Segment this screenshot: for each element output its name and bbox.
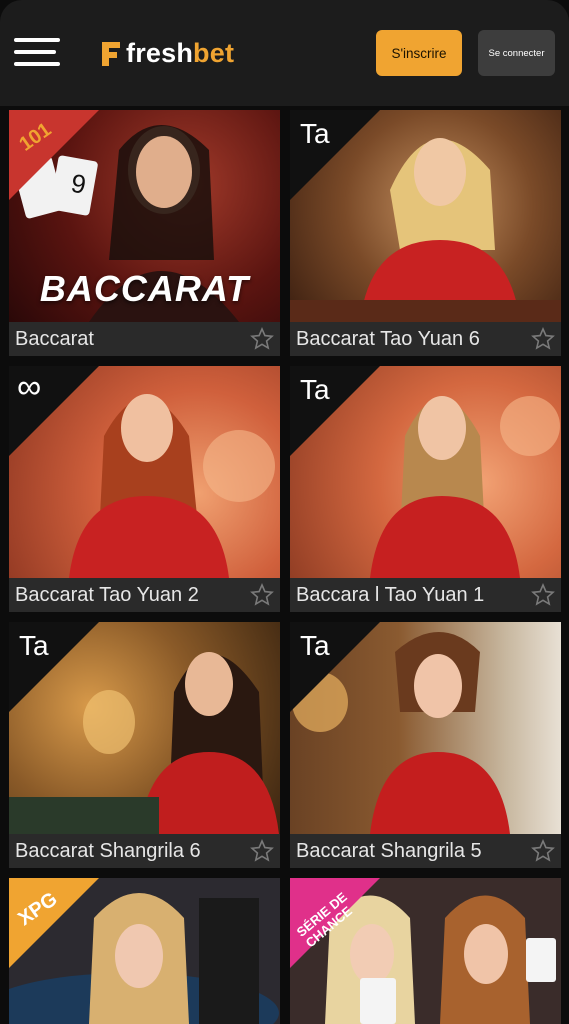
freshbet-logo[interactable]: freshbet [100,36,234,70]
game-thumbnail: 9 101 BACCARAT [9,110,280,322]
game-thumbnail: Ta [290,366,561,578]
game-card[interactable]: SÉRIE DE CHANCE [290,878,561,1024]
favorite-star-icon[interactable] [250,839,274,863]
game-thumbnail: Ta [290,622,561,834]
signup-button[interactable]: S'inscrire [376,30,462,76]
game-title: Baccarat [15,327,94,350]
game-card[interactable]: Ta Baccarat Tao Yuan 6 [290,110,561,356]
favorite-star-icon[interactable] [250,327,274,351]
logo-mark-icon [102,42,120,66]
provider-badge: ∞ [17,368,42,406]
game-thumbnail: SÉRIE DE CHANCE [290,878,561,1024]
provider-badge: Ta [300,374,330,405]
logo-text-fresh: fresh [126,37,194,68]
game-card[interactable]: Ta Baccarat Shangrila 5 [290,622,561,868]
game-title: Baccarat Tao Yuan 6 [296,327,480,350]
provider-badge: Ta [300,118,330,149]
game-title: Baccarat Tao Yuan 2 [15,583,199,606]
provider-badge: Ta [19,630,49,661]
logo-text-bet: bet [193,37,235,68]
favorite-star-icon[interactable] [250,583,274,607]
menu-icon[interactable] [14,38,60,68]
game-thumbnail: ∞ [9,366,280,578]
game-card[interactable]: Ta Baccara l Tao Yuan 1 [290,366,561,612]
game-title: Baccarat Shangrila 5 [296,839,482,862]
favorite-star-icon[interactable] [531,327,555,351]
top-header: freshbet S'inscrire Se connecter [0,0,569,106]
game-card[interactable]: ∞ Baccarat Tao Yuan 2 [9,366,280,612]
thumbnail-title: BACCARAT [39,268,250,309]
game-thumbnail: XPG [9,878,280,1024]
favorite-star-icon[interactable] [531,839,555,863]
game-thumbnail: Ta [9,622,280,834]
game-card[interactable]: XPG [9,878,280,1024]
game-title: Baccarat Shangrila 6 [15,839,201,862]
provider-badge: Ta [300,630,330,661]
game-title: Baccara l Tao Yuan 1 [296,583,485,606]
game-thumbnail: Ta [290,110,561,322]
favorite-star-icon[interactable] [531,583,555,607]
login-button[interactable]: Se connecter [478,30,555,76]
game-card[interactable]: 9 101 BACCARAT Baccarat [9,110,280,356]
game-card[interactable]: Ta Baccarat Shangrila 6 [9,622,280,868]
